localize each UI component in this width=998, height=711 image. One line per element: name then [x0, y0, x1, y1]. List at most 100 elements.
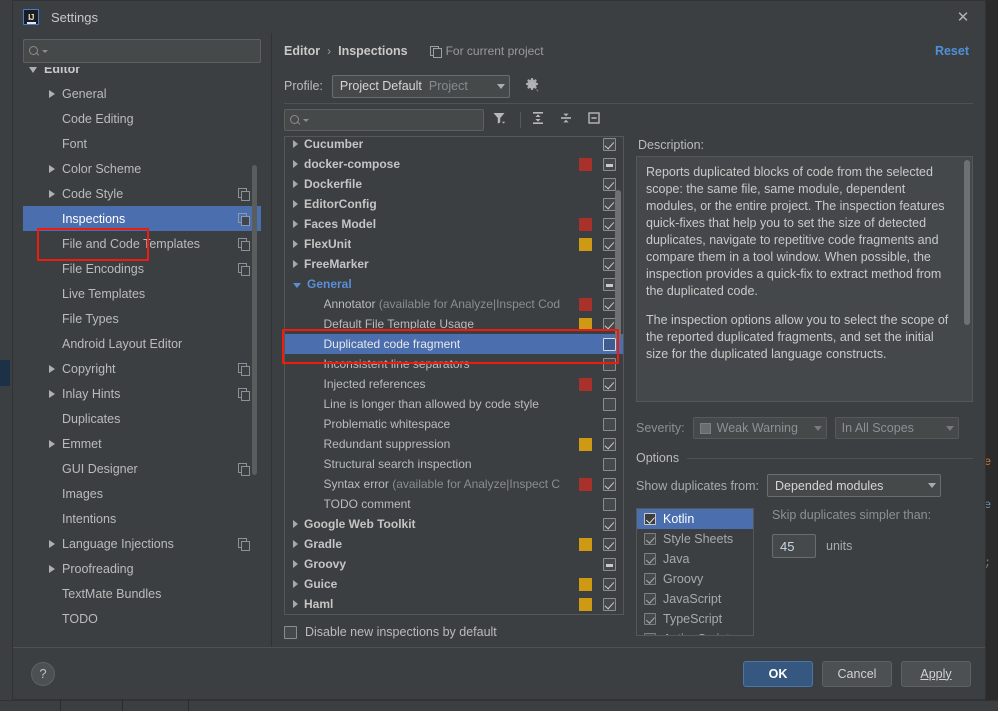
inspection-enabled-checkbox[interactable]	[603, 598, 616, 611]
profile-select[interactable]: Project Default Project	[331, 74, 510, 98]
sidebar-item-code-editing[interactable]: Code Editing	[23, 106, 261, 131]
show-description-icon[interactable]	[585, 109, 607, 131]
inspection-row[interactable]: Problematic whitespace	[285, 414, 623, 434]
language-list-item[interactable]: Kotlin	[637, 509, 753, 529]
sidebar-item-android-layout-editor[interactable]: Android Layout Editor	[23, 331, 261, 356]
sidebar-item-color-scheme[interactable]: Color Scheme	[23, 156, 261, 181]
sidebar-item-images[interactable]: Images	[23, 481, 261, 506]
inspection-enabled-checkbox[interactable]	[603, 418, 616, 431]
disable-new-inspections-checkbox[interactable]	[284, 625, 297, 639]
inspection-row[interactable]: docker-compose	[285, 154, 623, 174]
show-duplicates-select[interactable]: Depended modules	[766, 474, 941, 497]
inspection-enabled-checkbox[interactable]	[603, 558, 616, 571]
language-list-item[interactable]: JavaScript	[637, 589, 753, 609]
language-checkbox[interactable]	[644, 573, 656, 585]
inspection-row[interactable]: Inconsistent line separators	[285, 354, 623, 374]
severity-select[interactable]: Weak Warning	[692, 417, 827, 439]
chevron-right-icon[interactable]	[49, 89, 55, 98]
language-list-item[interactable]: Groovy	[637, 569, 753, 589]
sidebar-item-general[interactable]: General	[23, 81, 261, 106]
inspection-enabled-checkbox[interactable]	[603, 498, 616, 511]
inspection-row[interactable]: General	[285, 274, 623, 294]
sidebar-item-inlay-hints[interactable]: Inlay Hints	[23, 381, 261, 406]
chevron-right-icon[interactable]	[293, 520, 298, 528]
chevron-down-icon[interactable]	[29, 67, 37, 73]
inspection-row[interactable]: Syntax error (available for Analyze|Insp…	[285, 474, 623, 494]
chevron-right-icon[interactable]	[49, 564, 55, 573]
filter-icon[interactable]	[490, 109, 512, 131]
sidebar-item-file-encodings[interactable]: File Encodings	[23, 256, 261, 281]
inspection-row[interactable]: EditorConfig	[285, 194, 623, 214]
chevron-right-icon[interactable]	[293, 140, 298, 148]
expand-all-icon[interactable]	[529, 109, 551, 131]
inspection-enabled-checkbox[interactable]	[603, 478, 616, 491]
sidebar-item-live-templates[interactable]: Live Templates	[23, 281, 261, 306]
chevron-right-icon[interactable]	[293, 560, 298, 568]
inspection-enabled-checkbox[interactable]	[603, 518, 616, 531]
breadcrumb-root[interactable]: Editor	[284, 44, 320, 58]
settings-search-box[interactable]	[23, 39, 261, 63]
help-button[interactable]: ?	[31, 661, 55, 686]
chevron-right-icon[interactable]	[49, 439, 55, 448]
sidebar-item-font[interactable]: Font	[23, 131, 261, 156]
settings-search-input[interactable]	[48, 43, 255, 59]
chevron-right-icon[interactable]	[293, 220, 298, 228]
chevron-right-icon[interactable]	[293, 580, 298, 588]
disable-new-inspections-row[interactable]: Disable new inspections by default	[272, 617, 985, 647]
inspection-row[interactable]: Haml	[285, 594, 623, 614]
chevron-right-icon[interactable]	[293, 200, 298, 208]
description-scrollbar[interactable]	[964, 160, 970, 325]
inspection-enabled-checkbox[interactable]	[603, 158, 616, 171]
sidebar-item-emmet[interactable]: Emmet	[23, 431, 261, 456]
language-checkbox[interactable]	[644, 613, 656, 625]
inspection-row[interactable]: Redundant suppression	[285, 434, 623, 454]
inspection-row[interactable]: Annotator (available for Analyze|Inspect…	[285, 294, 623, 314]
inspection-row[interactable]: Gradle	[285, 534, 623, 554]
apply-button[interactable]: Apply	[901, 660, 971, 687]
severity-scope-select[interactable]: In All Scopes	[834, 417, 959, 439]
language-checkbox[interactable]	[644, 513, 656, 525]
chevron-right-icon[interactable]	[49, 389, 55, 398]
chevron-right-icon[interactable]	[293, 600, 298, 608]
chevron-right-icon[interactable]	[293, 180, 298, 188]
language-list-item[interactable]: Style Sheets	[637, 529, 753, 549]
language-list-item[interactable]: Java	[637, 549, 753, 569]
chevron-right-icon[interactable]	[293, 540, 298, 548]
collapse-all-icon[interactable]	[557, 109, 579, 131]
sidebar-item-file-types[interactable]: File Types	[23, 306, 261, 331]
chevron-right-icon[interactable]	[49, 164, 55, 173]
sidebar-item-intentions[interactable]: Intentions	[23, 506, 261, 531]
chevron-down-icon[interactable]	[293, 282, 301, 288]
sidebar-item-gui-designer[interactable]: GUI Designer	[23, 456, 261, 481]
inspection-enabled-checkbox[interactable]	[603, 378, 616, 391]
chevron-right-icon[interactable]	[49, 364, 55, 373]
sidebar-item-duplicates[interactable]: Duplicates	[23, 406, 261, 431]
reset-link[interactable]: Reset	[935, 44, 969, 58]
settings-tree-scrollbar[interactable]	[252, 165, 257, 475]
inspection-row[interactable]: FreeMarker	[285, 254, 623, 274]
sidebar-item-copyright[interactable]: Copyright	[23, 356, 261, 381]
sidebar-item-proofreading[interactable]: Proofreading	[23, 556, 261, 581]
inspection-row[interactable]: Faces Model	[285, 214, 623, 234]
sidebar-item-editor[interactable]: Editor	[23, 67, 261, 81]
inspection-row[interactable]: Structural search inspection	[285, 454, 623, 474]
chevron-right-icon[interactable]	[293, 160, 298, 168]
chevron-right-icon[interactable]	[49, 189, 55, 198]
inspection-row[interactable]: FlexUnit	[285, 234, 623, 254]
ok-button[interactable]: OK	[743, 660, 813, 687]
inspection-row[interactable]: Guice	[285, 574, 623, 594]
cancel-button[interactable]: Cancel	[822, 660, 892, 687]
inspection-enabled-checkbox[interactable]	[603, 178, 616, 191]
inspection-row[interactable]: Duplicated code fragment	[285, 334, 623, 354]
language-checkbox[interactable]	[644, 593, 656, 605]
chevron-right-icon[interactable]	[49, 539, 55, 548]
sidebar-item-todo[interactable]: TODO	[23, 606, 261, 631]
units-input[interactable]	[772, 534, 816, 558]
gear-icon[interactable]	[524, 77, 542, 95]
chevron-right-icon[interactable]	[293, 240, 298, 248]
inspection-enabled-checkbox[interactable]	[603, 138, 616, 151]
inspection-row[interactable]: Default File Template Usage	[285, 314, 623, 334]
inspection-row[interactable]: Google Web Toolkit	[285, 514, 623, 534]
inspection-row[interactable]: TODO comment	[285, 494, 623, 514]
close-icon[interactable]: ✕	[941, 1, 985, 33]
